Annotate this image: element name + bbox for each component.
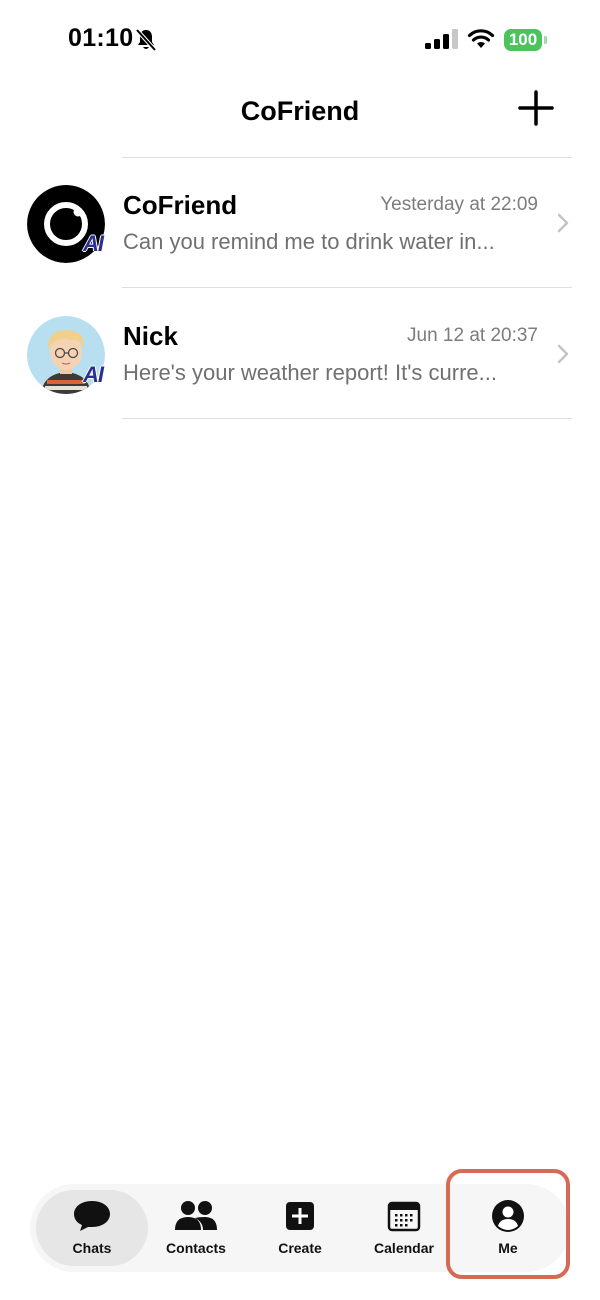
tab-label: Chats (72, 1240, 112, 1256)
chat-bubble-icon (74, 1201, 110, 1231)
chevron-right-icon (557, 344, 569, 364)
contacts-icon (175, 1201, 217, 1230)
tab-create[interactable]: Create (248, 1184, 352, 1272)
chevron-right-icon (557, 213, 569, 233)
chat-preview: Here's your weather report! It's curre..… (123, 360, 497, 385)
chat-timestamp: Jun 12 at 20:37 (407, 325, 538, 346)
battery-cap (544, 36, 547, 44)
chat-timestamp: Yesterday at 22:09 (380, 194, 538, 215)
tab-contacts[interactable]: Contacts (144, 1184, 248, 1272)
chat-row-cofriend[interactable]: AI CoFriend Yesterday at 22:09 Can you r… (0, 158, 600, 288)
chat-preview: Can you remind me to drink water in... (123, 229, 495, 254)
ai-badge: AI (83, 231, 104, 256)
chat-row-nick[interactable]: AI Nick Jun 12 at 20:37 Here's your weat… (0, 289, 600, 419)
tab-chats[interactable]: Chats (40, 1184, 144, 1272)
chat-name: Nick (123, 321, 178, 351)
status-bar: 01:10 100 (0, 0, 600, 80)
wifi-icon (467, 29, 495, 48)
divider (122, 418, 572, 419)
tab-label: Contacts (166, 1240, 226, 1256)
create-plus-icon (286, 1202, 314, 1230)
cellular-signal-icon (425, 29, 458, 49)
bell-muted-icon (135, 28, 157, 52)
add-chat-button[interactable] (516, 88, 556, 128)
tab-label: Create (278, 1240, 322, 1256)
tab-label: Calendar (374, 1240, 434, 1256)
divider (122, 287, 572, 288)
page-title: CoFriend (240, 96, 360, 126)
avatar-nick: AI (27, 316, 107, 396)
tab-me-highlight (446, 1169, 570, 1279)
avatar-cofriend: AI (27, 185, 107, 265)
calendar-icon (387, 1201, 421, 1232)
tab-calendar[interactable]: Calendar (352, 1184, 456, 1272)
ai-badge: AI (83, 362, 104, 387)
chat-name: CoFriend (123, 190, 238, 220)
status-time: 01:10 (68, 24, 134, 52)
battery-indicator: 100 (504, 29, 542, 51)
